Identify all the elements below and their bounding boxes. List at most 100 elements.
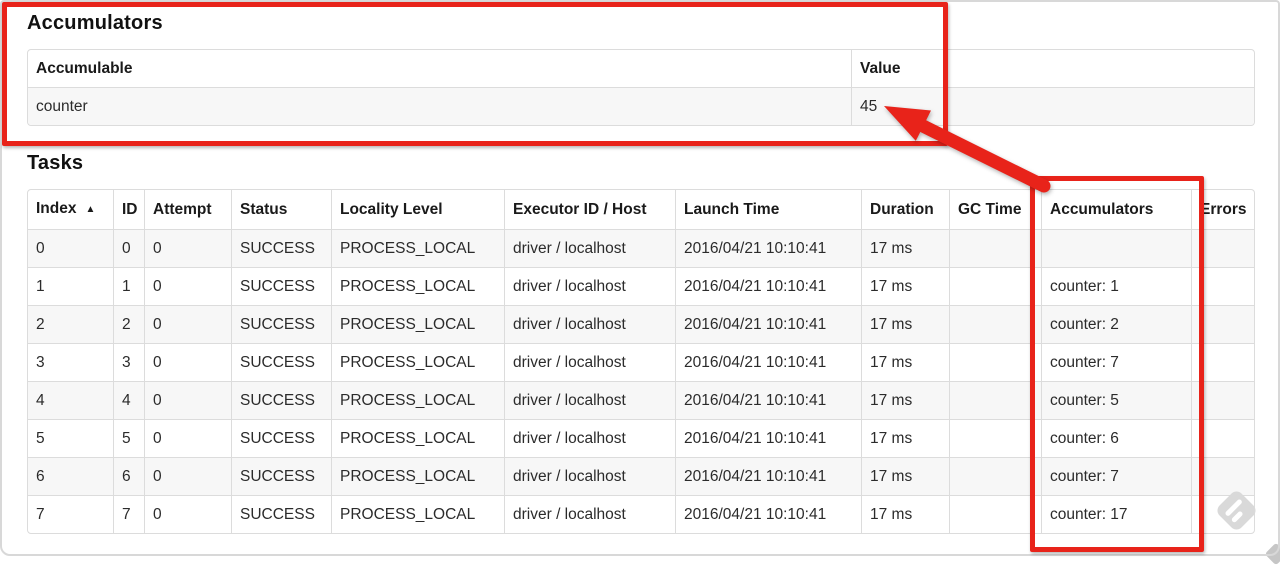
cell-status: SUCCESS bbox=[231, 343, 331, 381]
cell-executor-id-host: driver / localhost bbox=[504, 495, 675, 533]
header-locality-level[interactable]: Locality Level bbox=[331, 190, 504, 229]
cell-attempt: 0 bbox=[144, 495, 231, 533]
cell-locality-level: PROCESS_LOCAL bbox=[331, 457, 504, 495]
cell-gc-time bbox=[949, 229, 1041, 267]
cell-launch-time: 2016/04/21 10:10:41 bbox=[675, 381, 861, 419]
cell-id: 7 bbox=[113, 495, 144, 533]
tasks-heading: Tasks bbox=[27, 152, 84, 174]
cell-errors bbox=[1191, 267, 1254, 305]
accumulators-header-row: Accumulable Value bbox=[28, 50, 1254, 87]
header-attempt[interactable]: Attempt bbox=[144, 190, 231, 229]
cell-gc-time bbox=[949, 381, 1041, 419]
cell-accumulators: counter: 1 bbox=[1041, 267, 1191, 305]
task-row: 2 2 0 SUCCESS PROCESS_LOCAL driver / loc… bbox=[28, 305, 1254, 343]
header-id[interactable]: ID bbox=[113, 190, 144, 229]
task-row: 1 1 0 SUCCESS PROCESS_LOCAL driver / loc… bbox=[28, 267, 1254, 305]
cell-errors bbox=[1191, 305, 1254, 343]
cell-accumulators: counter: 2 bbox=[1041, 305, 1191, 343]
cell-duration: 17 ms bbox=[861, 457, 949, 495]
cell-executor-id-host: driver / localhost bbox=[504, 267, 675, 305]
cell-duration: 17 ms bbox=[861, 495, 949, 533]
cell-id: 1 bbox=[113, 267, 144, 305]
cell-accumulators: counter: 17 bbox=[1041, 495, 1191, 533]
header-launch-time[interactable]: Launch Time bbox=[675, 190, 861, 229]
spark-stage-page: Accumulators Accumulable Value counter 4… bbox=[0, 0, 1280, 565]
cell-id: 5 bbox=[113, 419, 144, 457]
cell-launch-time: 2016/04/21 10:10:41 bbox=[675, 495, 861, 533]
header-status[interactable]: Status bbox=[231, 190, 331, 229]
cell-executor-id-host: driver / localhost bbox=[504, 457, 675, 495]
task-row: 4 4 0 SUCCESS PROCESS_LOCAL driver / loc… bbox=[28, 381, 1254, 419]
sort-ascending-icon: ▲ bbox=[85, 204, 96, 215]
accumulators-table: Accumulable Value counter 45 bbox=[27, 49, 1255, 126]
cell-attempt: 0 bbox=[144, 305, 231, 343]
cell-duration: 17 ms bbox=[861, 229, 949, 267]
cell-status: SUCCESS bbox=[231, 495, 331, 533]
skitch-watermark-corner-icon bbox=[1264, 542, 1280, 565]
cell-executor-id-host: driver / localhost bbox=[504, 343, 675, 381]
header-errors[interactable]: Errors bbox=[1191, 190, 1254, 229]
task-row: 7 7 0 SUCCESS PROCESS_LOCAL driver / loc… bbox=[28, 495, 1254, 533]
cell-errors bbox=[1191, 495, 1254, 533]
cell-gc-time bbox=[949, 343, 1041, 381]
cell-id: 6 bbox=[113, 457, 144, 495]
cell-gc-time bbox=[949, 419, 1041, 457]
cell-attempt: 0 bbox=[144, 267, 231, 305]
header-duration[interactable]: Duration bbox=[861, 190, 949, 229]
cell-duration: 17 ms bbox=[861, 267, 949, 305]
cell-index: 3 bbox=[28, 343, 113, 381]
cell-launch-time: 2016/04/21 10:10:41 bbox=[675, 229, 861, 267]
cell-launch-time: 2016/04/21 10:10:41 bbox=[675, 457, 861, 495]
cell-accumulators: counter: 7 bbox=[1041, 343, 1191, 381]
task-row: 3 3 0 SUCCESS PROCESS_LOCAL driver / loc… bbox=[28, 343, 1254, 381]
cell-accumulable-value: 45 bbox=[851, 87, 1254, 125]
accumulators-section: Accumulators Accumulable Value counter 4… bbox=[0, 0, 1280, 126]
cell-duration: 17 ms bbox=[861, 343, 949, 381]
accumulators-heading: Accumulators bbox=[27, 12, 163, 34]
cell-id: 2 bbox=[113, 305, 144, 343]
cell-accumulable-name: counter bbox=[28, 87, 851, 125]
cell-launch-time: 2016/04/21 10:10:41 bbox=[675, 419, 861, 457]
cell-locality-level: PROCESS_LOCAL bbox=[331, 267, 504, 305]
header-value: Value bbox=[851, 50, 1254, 87]
cell-errors bbox=[1191, 419, 1254, 457]
cell-executor-id-host: driver / localhost bbox=[504, 419, 675, 457]
cell-launch-time: 2016/04/21 10:10:41 bbox=[675, 343, 861, 381]
accumulator-row: counter 45 bbox=[28, 87, 1254, 125]
cell-errors bbox=[1191, 381, 1254, 419]
cell-executor-id-host: driver / localhost bbox=[504, 305, 675, 343]
cell-executor-id-host: driver / localhost bbox=[504, 229, 675, 267]
cell-status: SUCCESS bbox=[231, 381, 331, 419]
cell-errors bbox=[1191, 457, 1254, 495]
cell-gc-time bbox=[949, 267, 1041, 305]
cell-accumulators bbox=[1041, 229, 1191, 267]
cell-attempt: 0 bbox=[144, 381, 231, 419]
header-index[interactable]: Index ▲ bbox=[28, 190, 113, 229]
cell-index: 7 bbox=[28, 495, 113, 533]
tasks-table: Index ▲ ID Attempt Status Locality Level … bbox=[27, 189, 1255, 534]
cell-executor-id-host: driver / localhost bbox=[504, 381, 675, 419]
cell-launch-time: 2016/04/21 10:10:41 bbox=[675, 305, 861, 343]
cell-status: SUCCESS bbox=[231, 457, 331, 495]
task-row: 5 5 0 SUCCESS PROCESS_LOCAL driver / loc… bbox=[28, 419, 1254, 457]
cell-locality-level: PROCESS_LOCAL bbox=[331, 419, 504, 457]
header-gc-time[interactable]: GC Time bbox=[949, 190, 1041, 229]
cell-duration: 17 ms bbox=[861, 305, 949, 343]
cell-status: SUCCESS bbox=[231, 267, 331, 305]
cell-accumulators: counter: 5 bbox=[1041, 381, 1191, 419]
cell-gc-time bbox=[949, 457, 1041, 495]
cell-index: 5 bbox=[28, 419, 113, 457]
cell-status: SUCCESS bbox=[231, 305, 331, 343]
cell-errors bbox=[1191, 229, 1254, 267]
cell-index: 6 bbox=[28, 457, 113, 495]
cell-accumulators: counter: 6 bbox=[1041, 419, 1191, 457]
cell-id: 0 bbox=[113, 229, 144, 267]
cell-index: 2 bbox=[28, 305, 113, 343]
cell-index: 0 bbox=[28, 229, 113, 267]
header-accumulators[interactable]: Accumulators bbox=[1041, 190, 1191, 229]
cell-locality-level: PROCESS_LOCAL bbox=[331, 381, 504, 419]
header-executor-id-host[interactable]: Executor ID / Host bbox=[504, 190, 675, 229]
task-row: 0 0 0 SUCCESS PROCESS_LOCAL driver / loc… bbox=[28, 229, 1254, 267]
cell-launch-time: 2016/04/21 10:10:41 bbox=[675, 267, 861, 305]
cell-attempt: 0 bbox=[144, 419, 231, 457]
